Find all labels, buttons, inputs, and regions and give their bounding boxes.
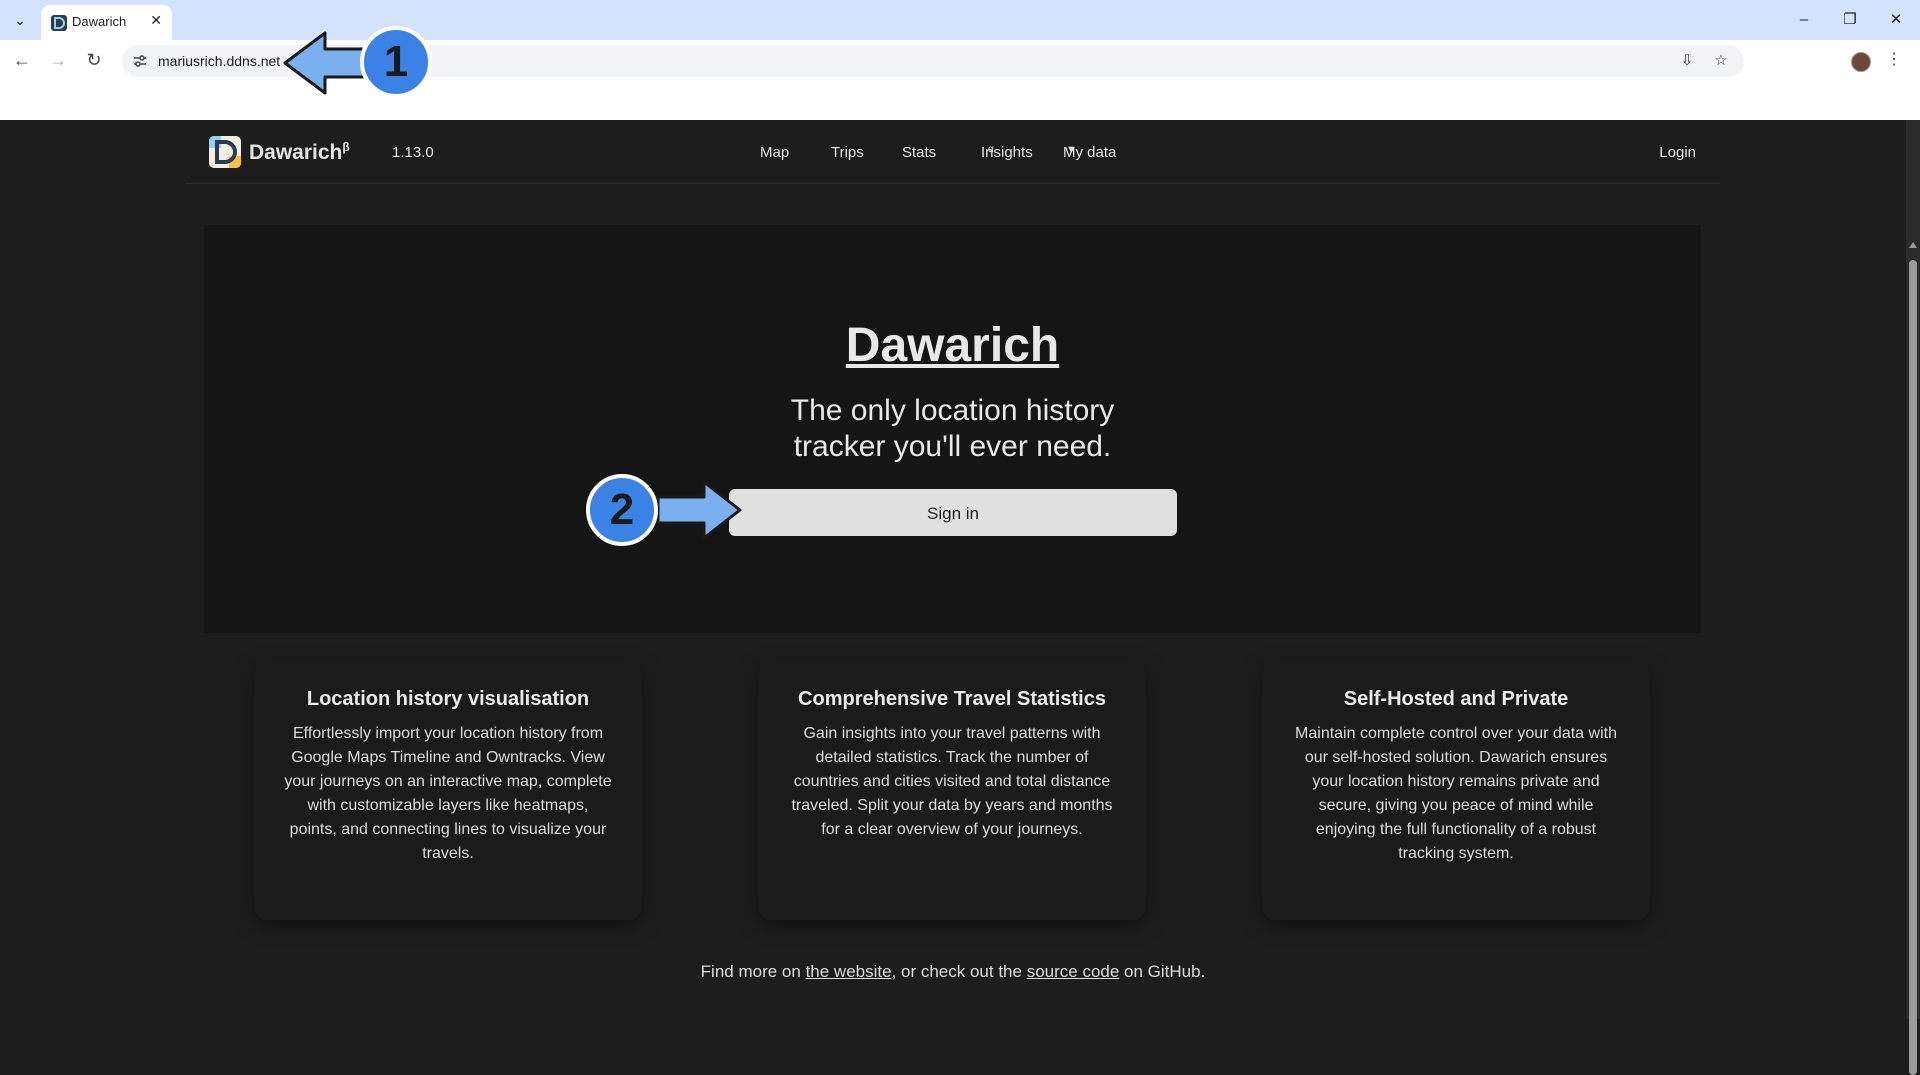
site-navbar: Dawarichβ 1.13.0 Map Trips Stats Insight…: [185, 120, 1720, 184]
page-scrollbar[interactable]: [1906, 120, 1920, 1075]
feature-title: Comprehensive Travel Statistics: [798, 688, 1106, 710]
hero-section: Dawarich The only location history track…: [204, 225, 1701, 633]
nav-stats-link[interactable]: Stats: [902, 144, 936, 161]
nav-trips-link[interactable]: Trips: [831, 144, 864, 161]
brand-name[interactable]: Dawarichβ: [249, 140, 350, 165]
nav-insights-label[interactable]: Insights: [981, 144, 1033, 161]
nav-insights-link[interactable]: Insights α: [981, 144, 1033, 162]
browser-tab[interactable]: Dawarich ✕: [41, 5, 172, 40]
website-link[interactable]: the website: [806, 962, 892, 981]
forward-icon[interactable]: →: [44, 46, 72, 74]
annotation-arrow-right-icon: [656, 480, 742, 540]
install-app-icon[interactable]: ⇩: [1677, 51, 1697, 71]
bookmark-star-icon[interactable]: ☆: [1711, 51, 1731, 71]
hero-subtitle: The only location history tracker you'll…: [204, 393, 1701, 465]
dawarich-favicon-icon: [51, 15, 67, 31]
page-footer: Find more on the website, or check out t…: [0, 962, 1906, 982]
brand-beta-mark: β: [342, 140, 350, 154]
scroll-thumb[interactable]: [1909, 260, 1917, 1075]
back-icon[interactable]: ←: [8, 46, 36, 74]
browser-menu-icon[interactable]: ⋮: [1886, 48, 1902, 72]
restore-icon[interactable]: ❐: [1837, 8, 1863, 32]
profile-avatar[interactable]: [1851, 52, 1871, 72]
source-code-link[interactable]: source code: [1027, 962, 1120, 981]
scroll-up-arrow-icon[interactable]: [1909, 242, 1917, 248]
hero-subtitle-line2: tracker you'll ever need.: [793, 430, 1112, 463]
sign-in-button[interactable]: Sign in: [729, 489, 1177, 536]
footer-text-suffix: on GitHub.: [1119, 962, 1206, 981]
feature-card-visualisation: Location history visualisation Effortles…: [254, 660, 642, 920]
dawarich-logo-icon[interactable]: [209, 136, 241, 168]
feature-title: Location history visualisation: [306, 688, 590, 710]
site-info-icon[interactable]: [132, 53, 148, 69]
close-window-icon[interactable]: ✕: [1883, 8, 1909, 32]
feature-card-self-hosted: Self-Hosted and Private Maintain complet…: [1262, 660, 1650, 920]
reload-icon[interactable]: ↻: [80, 46, 108, 74]
app-version: 1.13.0: [392, 144, 434, 161]
tab-search-icon[interactable]: ⌄: [8, 10, 32, 30]
feature-card-statistics: Comprehensive Travel Statistics Gain ins…: [758, 660, 1146, 920]
annotation-step-1-badge: 1: [360, 26, 432, 98]
hero-title[interactable]: Dawarich: [204, 318, 1701, 373]
tab-close-icon[interactable]: ✕: [150, 12, 162, 29]
feature-text: Gain insights into your travel patterns …: [791, 725, 1113, 838]
annotation-step-2-badge: 2: [586, 474, 658, 546]
url-text[interactable]: mariusrich.ddns.net: [158, 53, 280, 69]
nav-map-link[interactable]: Map: [760, 144, 789, 161]
tab-title: Dawarich: [72, 14, 127, 29]
chevron-down-icon: ▼: [1066, 144, 1077, 156]
footer-text-prefix: Find more on: [700, 962, 806, 981]
brand-text[interactable]: Dawarich: [249, 141, 342, 164]
minimize-icon[interactable]: –: [1791, 8, 1817, 32]
feature-text: Maintain complete control over your data…: [1295, 725, 1617, 862]
feature-text: Effortlessly import your location histor…: [284, 725, 612, 862]
feature-title: Self-Hosted and Private: [1343, 688, 1569, 710]
hero-subtitle-line1: The only location history: [790, 394, 1115, 427]
login-link[interactable]: Login: [1659, 144, 1696, 161]
footer-text-middle: , or check out the: [891, 962, 1027, 981]
